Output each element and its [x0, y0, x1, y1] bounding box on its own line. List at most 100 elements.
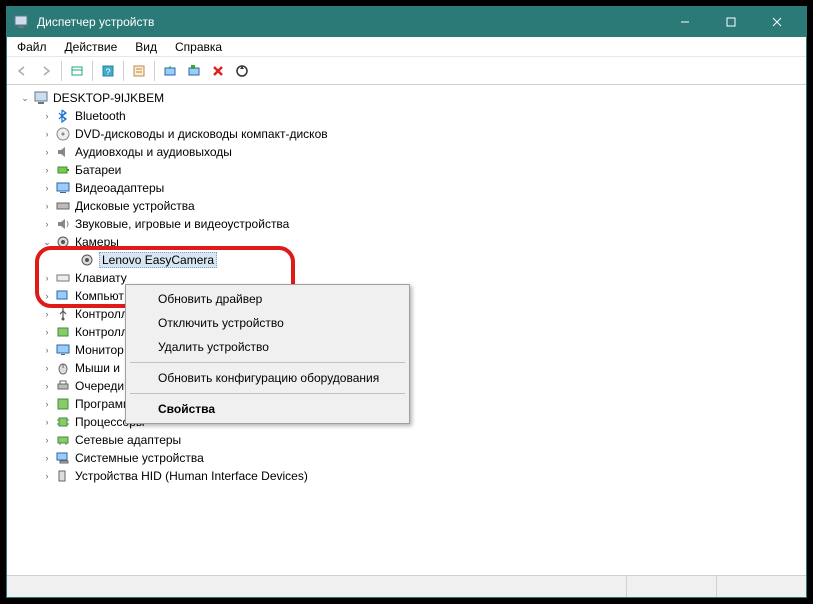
node-label: Звуковые, игровые и видеоустройства — [75, 217, 289, 231]
device-tree-pane[interactable]: ⌄ DESKTOP-9IJKBEM ›Bluetooth ›DVD-дисков… — [7, 85, 806, 575]
separator — [92, 61, 93, 81]
separator — [123, 61, 124, 81]
update-driver-button[interactable] — [159, 60, 181, 82]
node-label: Батареи — [75, 163, 121, 177]
node-label: Мыши и — [75, 361, 120, 375]
expand-icon[interactable]: › — [41, 434, 53, 446]
status-bar — [7, 575, 806, 597]
app-icon — [13, 14, 29, 30]
expand-icon[interactable]: › — [41, 272, 53, 284]
window-title: Диспетчер устройств — [37, 15, 662, 29]
menu-action[interactable]: Действие — [61, 38, 122, 56]
menu-file[interactable]: Файл — [13, 38, 51, 56]
expand-icon[interactable]: ⌄ — [41, 236, 53, 248]
menu-scan-hardware[interactable]: Обновить конфигурацию оборудования — [128, 366, 407, 390]
menu-disable-device[interactable]: Отключить устройство — [128, 311, 407, 335]
separator — [61, 61, 62, 81]
menu-bar: Файл Действие Вид Справка — [7, 37, 806, 57]
category-network[interactable]: › Сетевые адаптеры — [7, 431, 806, 449]
show-hidden-button[interactable] — [66, 60, 88, 82]
menu-view[interactable]: Вид — [131, 38, 161, 56]
keyboard-icon — [55, 270, 71, 286]
category-display[interactable]: › Видеоадаптеры — [7, 179, 806, 197]
storage-controller-icon — [55, 324, 71, 340]
node-label: Сетевые адаптеры — [75, 433, 181, 447]
minimize-button[interactable] — [662, 7, 708, 37]
menu-update-driver[interactable]: Обновить драйвер — [128, 287, 407, 311]
category-hid[interactable]: › Устройства HID (Human Interface Devices… — [7, 467, 806, 485]
expand-icon[interactable]: › — [41, 398, 53, 410]
cpu-icon — [55, 414, 71, 430]
node-label: Видеоадаптеры — [75, 181, 164, 195]
expand-icon[interactable]: › — [41, 308, 53, 320]
properties-button[interactable] — [128, 60, 150, 82]
separator — [154, 61, 155, 81]
toolbar: ? — [7, 57, 806, 85]
printer-icon — [55, 378, 71, 394]
node-label: Компьют — [75, 289, 124, 303]
menu-help[interactable]: Справка — [171, 38, 226, 56]
node-label: Монитор — [75, 343, 124, 357]
pc-icon — [55, 288, 71, 304]
context-menu: Обновить драйвер Отключить устройство Уд… — [125, 284, 410, 424]
disc-icon — [55, 126, 71, 142]
menu-separator — [130, 362, 405, 363]
node-label: Камеры — [75, 235, 119, 249]
software-icon — [55, 396, 71, 412]
audio-icon — [55, 144, 71, 160]
expand-icon[interactable]: › — [41, 164, 53, 176]
expand-icon[interactable]: › — [41, 326, 53, 338]
status-seg — [626, 576, 716, 597]
scan-hardware-button[interactable] — [183, 60, 205, 82]
expand-icon[interactable]: › — [41, 344, 53, 356]
status-seg — [716, 576, 806, 597]
category-cameras[interactable]: ⌄ Камеры — [7, 233, 806, 251]
node-label: Дисковые устройства — [75, 199, 195, 213]
battery-icon — [55, 162, 71, 178]
category-bluetooth[interactable]: ›Bluetooth — [7, 107, 806, 125]
expand-icon[interactable]: › — [41, 452, 53, 464]
disk-icon — [55, 198, 71, 214]
sound-icon — [55, 216, 71, 232]
category-disk[interactable]: › Дисковые устройства — [7, 197, 806, 215]
expand-icon[interactable]: › — [41, 218, 53, 230]
maximize-button[interactable] — [708, 7, 754, 37]
expand-icon[interactable]: › — [41, 416, 53, 428]
category-system[interactable]: ›Системные устройства — [7, 449, 806, 467]
device-lenovo-easycamera[interactable]: Lenovo EasyCamera — [7, 251, 806, 269]
node-label: Устройства HID (Human Interface Devices) — [75, 469, 308, 483]
status-seg — [7, 576, 626, 597]
menu-uninstall-device[interactable]: Удалить устройство — [128, 335, 407, 359]
node-label: Клавиату — [75, 271, 127, 285]
network-icon — [55, 432, 71, 448]
expand-icon[interactable]: › — [41, 380, 53, 392]
category-dvd[interactable]: ›DVD-дисководы и дисководы компакт-диско… — [7, 125, 806, 143]
help-button[interactable]: ? — [97, 60, 119, 82]
uninstall-button[interactable] — [207, 60, 229, 82]
display-adapter-icon — [55, 180, 71, 196]
close-button[interactable] — [754, 7, 800, 37]
mouse-icon — [55, 360, 71, 376]
category-sound[interactable]: › Звуковые, игровые и видеоустройства — [7, 215, 806, 233]
bluetooth-icon — [55, 108, 71, 124]
hid-icon — [55, 468, 71, 484]
expand-icon[interactable]: › — [41, 182, 53, 194]
device-manager-window: Диспетчер устройств Файл Действие Вид Сп… — [6, 6, 807, 598]
category-batteries[interactable]: › Батареи — [7, 161, 806, 179]
disable-button[interactable] — [231, 60, 253, 82]
system-icon — [55, 450, 71, 466]
expand-icon[interactable]: › — [41, 110, 53, 122]
expand-icon[interactable]: ⌄ — [19, 92, 31, 104]
expand-icon[interactable]: › — [41, 362, 53, 374]
expand-icon[interactable]: › — [41, 290, 53, 302]
expand-icon[interactable]: › — [41, 470, 53, 482]
category-audio[interactable]: ›Аудиовходы и аудиовыходы — [7, 143, 806, 161]
menu-properties[interactable]: Свойства — [128, 397, 407, 421]
root-node[interactable]: ⌄ DESKTOP-9IJKBEM — [7, 89, 806, 107]
node-label: Контролл — [75, 307, 128, 321]
expand-icon[interactable]: › — [41, 146, 53, 158]
usb-icon — [55, 306, 71, 322]
expand-icon[interactable]: › — [41, 200, 53, 212]
expand-icon[interactable]: › — [41, 128, 53, 140]
title-bar[interactable]: Диспетчер устройств — [7, 7, 806, 37]
